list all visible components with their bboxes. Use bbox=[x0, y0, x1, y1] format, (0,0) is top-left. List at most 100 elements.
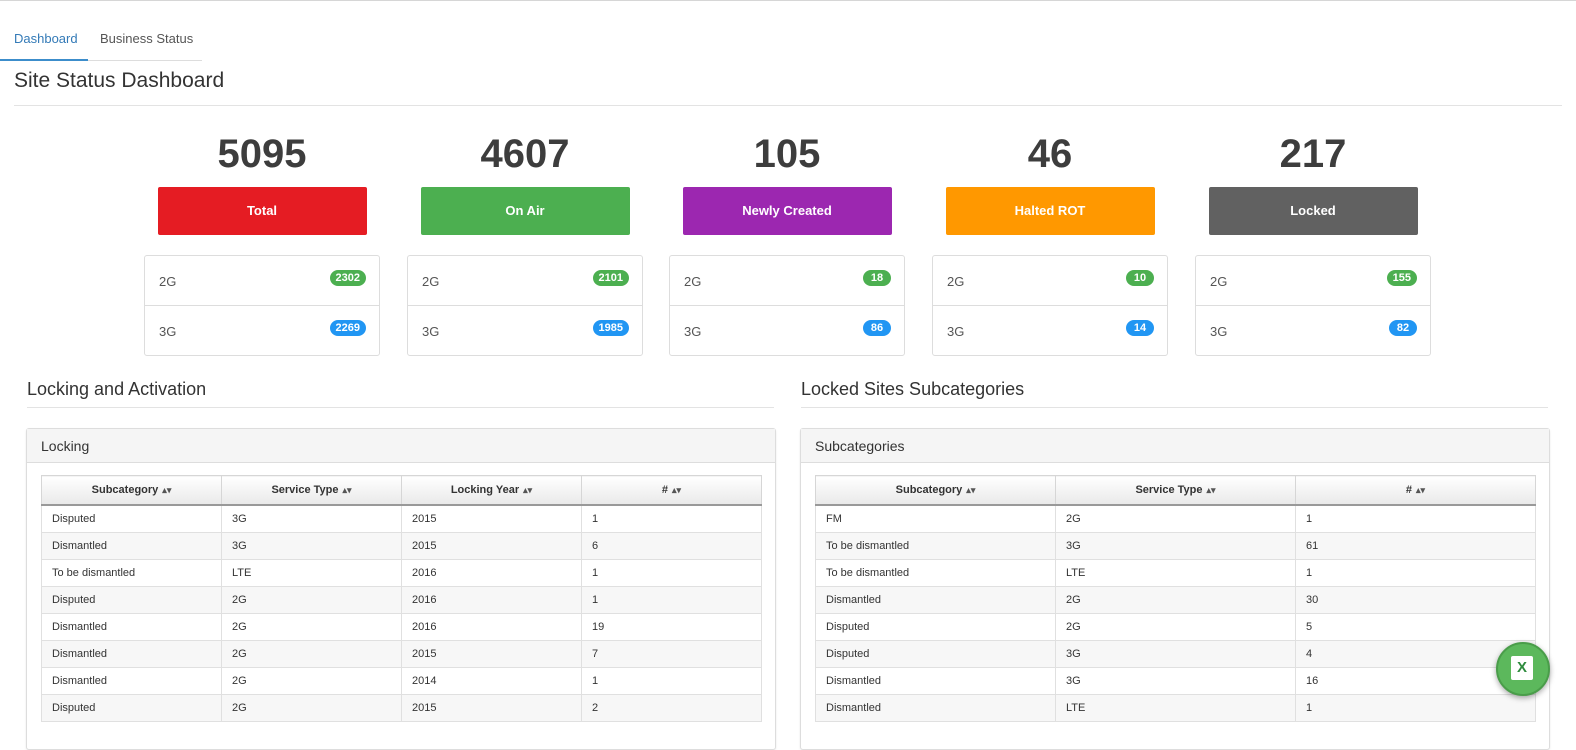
column-header[interactable]: Service Type ▴▾ bbox=[1055, 475, 1296, 506]
table-row[interactable]: Dismantled 2G 2015 7 bbox=[41, 640, 762, 668]
table-row[interactable]: Dismantled LTE 1 bbox=[815, 694, 1536, 722]
table-row[interactable]: Disputed 2G 5 bbox=[815, 613, 1536, 641]
tab-dashboard[interactable]: Dashboard bbox=[14, 31, 78, 46]
column-header[interactable]: Subcategory ▴▾ bbox=[815, 475, 1056, 506]
breakdown-row[interactable]: 3G 86 bbox=[670, 306, 904, 355]
table-cell: 2G bbox=[221, 586, 402, 614]
stat-card-halted-rot: 46 Halted ROT 2G 10 3G 14 bbox=[932, 129, 1168, 356]
column-header[interactable]: # ▴▾ bbox=[1295, 475, 1536, 506]
tab-bar: Dashboard Business Status bbox=[0, 23, 202, 61]
breakdown-row[interactable]: 2G 155 bbox=[1196, 256, 1430, 306]
table-cell: 2G bbox=[1055, 613, 1296, 641]
stat-label[interactable]: Total bbox=[157, 187, 367, 235]
count-badge: 2269 bbox=[329, 320, 366, 336]
table-cell: To be dismantled bbox=[41, 559, 222, 587]
table-cell: Dismantled bbox=[815, 694, 1056, 722]
table-cell: 2014 bbox=[401, 667, 582, 695]
sort-icon[interactable]: ▴▾ bbox=[672, 485, 681, 495]
count-badge: 86 bbox=[863, 320, 891, 336]
locking-panel: Locking Subcategory ▴▾ Service Type ▴▾ Locki… bbox=[26, 428, 776, 750]
table-cell: 19 bbox=[581, 613, 762, 641]
table-row[interactable]: Disputed 3G 2015 1 bbox=[41, 504, 762, 533]
stat-label[interactable]: Newly Created bbox=[682, 187, 892, 235]
export-excel-button[interactable]: X bbox=[1496, 642, 1550, 696]
table-row[interactable]: Dismantled 3G 2015 6 bbox=[41, 532, 762, 560]
table-cell: 1 bbox=[1295, 559, 1536, 587]
table-cell: Dismantled bbox=[41, 640, 222, 668]
active-tab-indicator bbox=[0, 59, 88, 61]
stat-label[interactable]: Locked bbox=[1208, 187, 1418, 235]
table-cell: 3G bbox=[1055, 640, 1296, 668]
table-cell: Dismantled bbox=[815, 667, 1056, 695]
tech-label: 3G bbox=[947, 324, 965, 339]
table-cell: 2G bbox=[1055, 586, 1296, 614]
breakdown-row[interactable]: 3G 1985 bbox=[408, 306, 642, 355]
breakdown-row[interactable]: 2G 2302 bbox=[145, 256, 379, 306]
column-header[interactable]: # ▴▾ bbox=[581, 475, 762, 506]
subcategories-panel: Subcategories Subcategory ▴▾ Service Type ▴… bbox=[800, 428, 1550, 750]
table-cell: 2016 bbox=[401, 586, 582, 614]
table-row[interactable]: Dismantled 2G 2014 1 bbox=[41, 667, 762, 695]
table-row[interactable]: Disputed 2G 2016 1 bbox=[41, 586, 762, 614]
breakdown-row[interactable]: 3G 82 bbox=[1196, 306, 1430, 355]
sort-icon[interactable]: ▴▾ bbox=[1416, 485, 1425, 495]
table-cell: FM bbox=[815, 504, 1056, 533]
stat-breakdown-list: 2G 155 3G 82 bbox=[1195, 255, 1431, 356]
breakdown-row[interactable]: 3G 14 bbox=[933, 306, 1167, 355]
stat-breakdown-list: 2G 18 3G 86 bbox=[669, 255, 905, 356]
table-cell: Dismantled bbox=[41, 532, 222, 560]
excel-icon: X bbox=[1511, 656, 1533, 680]
sort-icon[interactable]: ▴▾ bbox=[343, 485, 352, 495]
stat-label[interactable]: On Air bbox=[420, 187, 630, 235]
column-header[interactable]: Locking Year ▴▾ bbox=[401, 475, 582, 506]
stat-value: 5095 bbox=[217, 132, 307, 176]
stat-breakdown-list: 2G 10 3G 14 bbox=[932, 255, 1168, 356]
table-row[interactable]: FM 2G 1 bbox=[815, 504, 1536, 533]
table-cell: 2015 bbox=[401, 640, 582, 668]
locked-section-divider bbox=[801, 407, 1548, 408]
table-cell: 2G bbox=[221, 640, 402, 668]
breakdown-row[interactable]: 3G 2269 bbox=[145, 306, 379, 355]
table-row[interactable]: Disputed 2G 2015 2 bbox=[41, 694, 762, 722]
sort-icon[interactable]: ▴▾ bbox=[966, 485, 975, 495]
subcategories-panel-title: Subcategories bbox=[815, 438, 905, 454]
stat-value: 105 bbox=[753, 132, 821, 176]
table-row[interactable]: Dismantled 3G 16 bbox=[815, 667, 1536, 695]
sort-icon[interactable]: ▴▾ bbox=[523, 485, 532, 495]
breakdown-row[interactable]: 2G 2101 bbox=[408, 256, 642, 306]
locking-panel-header: Locking bbox=[27, 429, 775, 463]
subcategories-panel-header: Subcategories bbox=[801, 429, 1549, 463]
table-cell: 3G bbox=[221, 532, 402, 560]
stat-card-newly-created: 105 Newly Created 2G 18 3G 86 bbox=[669, 129, 905, 356]
page-title: Site Status Dashboard bbox=[14, 69, 225, 92]
table-cell: 2015 bbox=[401, 504, 582, 533]
stat-breakdown-list: 2G 2302 3G 2269 bbox=[144, 255, 380, 356]
sort-icon[interactable]: ▴▾ bbox=[1207, 485, 1216, 495]
table-row[interactable]: Disputed 3G 4 bbox=[815, 640, 1536, 668]
table-cell: 2G bbox=[1055, 504, 1296, 533]
column-header[interactable]: Service Type ▴▾ bbox=[221, 475, 402, 506]
count-badge: 155 bbox=[1386, 270, 1417, 286]
stat-value: 4607 bbox=[480, 132, 570, 176]
breakdown-row[interactable]: 2G 10 bbox=[933, 256, 1167, 306]
count-badge: 1985 bbox=[592, 320, 629, 336]
sort-icon[interactable]: ▴▾ bbox=[162, 485, 171, 495]
table-row[interactable]: To be dismantled LTE 2016 1 bbox=[41, 559, 762, 587]
column-header[interactable]: Subcategory ▴▾ bbox=[41, 475, 222, 506]
table-cell: 5 bbox=[1295, 613, 1536, 641]
table-cell: LTE bbox=[221, 559, 402, 587]
table-cell: 1 bbox=[1295, 504, 1536, 533]
stat-label[interactable]: Halted ROT bbox=[945, 187, 1155, 235]
breakdown-row[interactable]: 2G 18 bbox=[670, 256, 904, 306]
table-row[interactable]: Dismantled 2G 2016 19 bbox=[41, 613, 762, 641]
tab-business-status[interactable]: Business Status bbox=[100, 31, 193, 46]
table-cell: 2016 bbox=[401, 613, 582, 641]
table-row[interactable]: To be dismantled 3G 61 bbox=[815, 532, 1536, 560]
table-row[interactable]: To be dismantled LTE 1 bbox=[815, 559, 1536, 587]
locked-section-title: Locked Sites Subcategories bbox=[801, 379, 1025, 399]
stat-card-on-air: 4607 On Air 2G 2101 3G 1985 bbox=[407, 129, 643, 356]
table-cell: Dismantled bbox=[41, 613, 222, 641]
table-cell: 1 bbox=[1295, 694, 1536, 722]
table-cell: Disputed bbox=[41, 694, 222, 722]
table-row[interactable]: Dismantled 2G 30 bbox=[815, 586, 1536, 614]
